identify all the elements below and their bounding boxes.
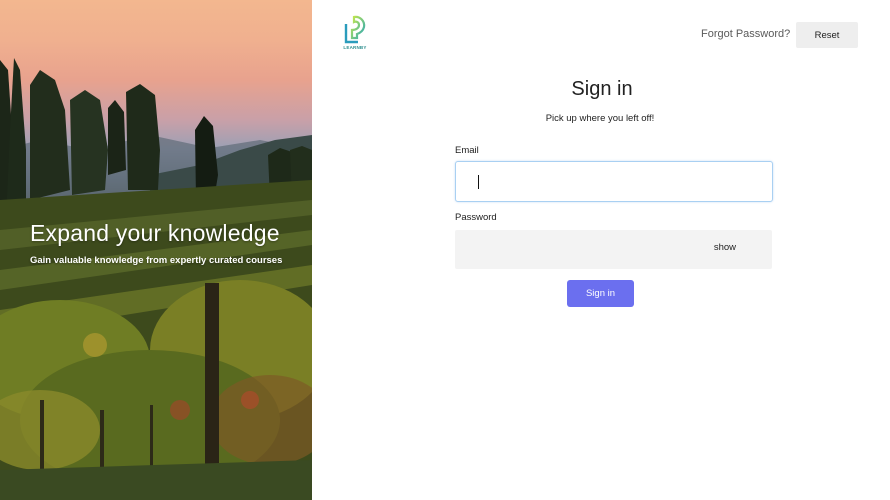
page-title: Sign in: [571, 78, 633, 100]
show-password-toggle[interactable]: show: [714, 242, 736, 253]
password-field[interactable]: show: [455, 230, 772, 269]
reset-button[interactable]: Reset: [796, 22, 858, 48]
vineyard-background-image: [0, 58, 312, 500]
hero-subtitle: Gain valuable knowledge from expertly cu…: [30, 255, 283, 266]
hero-title: Expand your knowledge: [30, 220, 280, 246]
hero-panel: Expand your knowledge Gain valuable know…: [0, 0, 312, 500]
learnby-logo-icon: [344, 15, 366, 44]
email-label: Email: [455, 145, 479, 156]
learnby-logo[interactable]: LEARNBY: [340, 14, 370, 54]
password-label: Password: [455, 212, 497, 223]
page-subtitle: Pick up where you left off!: [545, 113, 655, 124]
sign-in-button[interactable]: Sign in: [567, 280, 634, 307]
text-caret: [478, 175, 479, 189]
email-field[interactable]: [455, 161, 773, 202]
logo-text: LEARNBY: [343, 45, 367, 50]
forgot-password-link[interactable]: Forgot Password?: [701, 28, 790, 40]
